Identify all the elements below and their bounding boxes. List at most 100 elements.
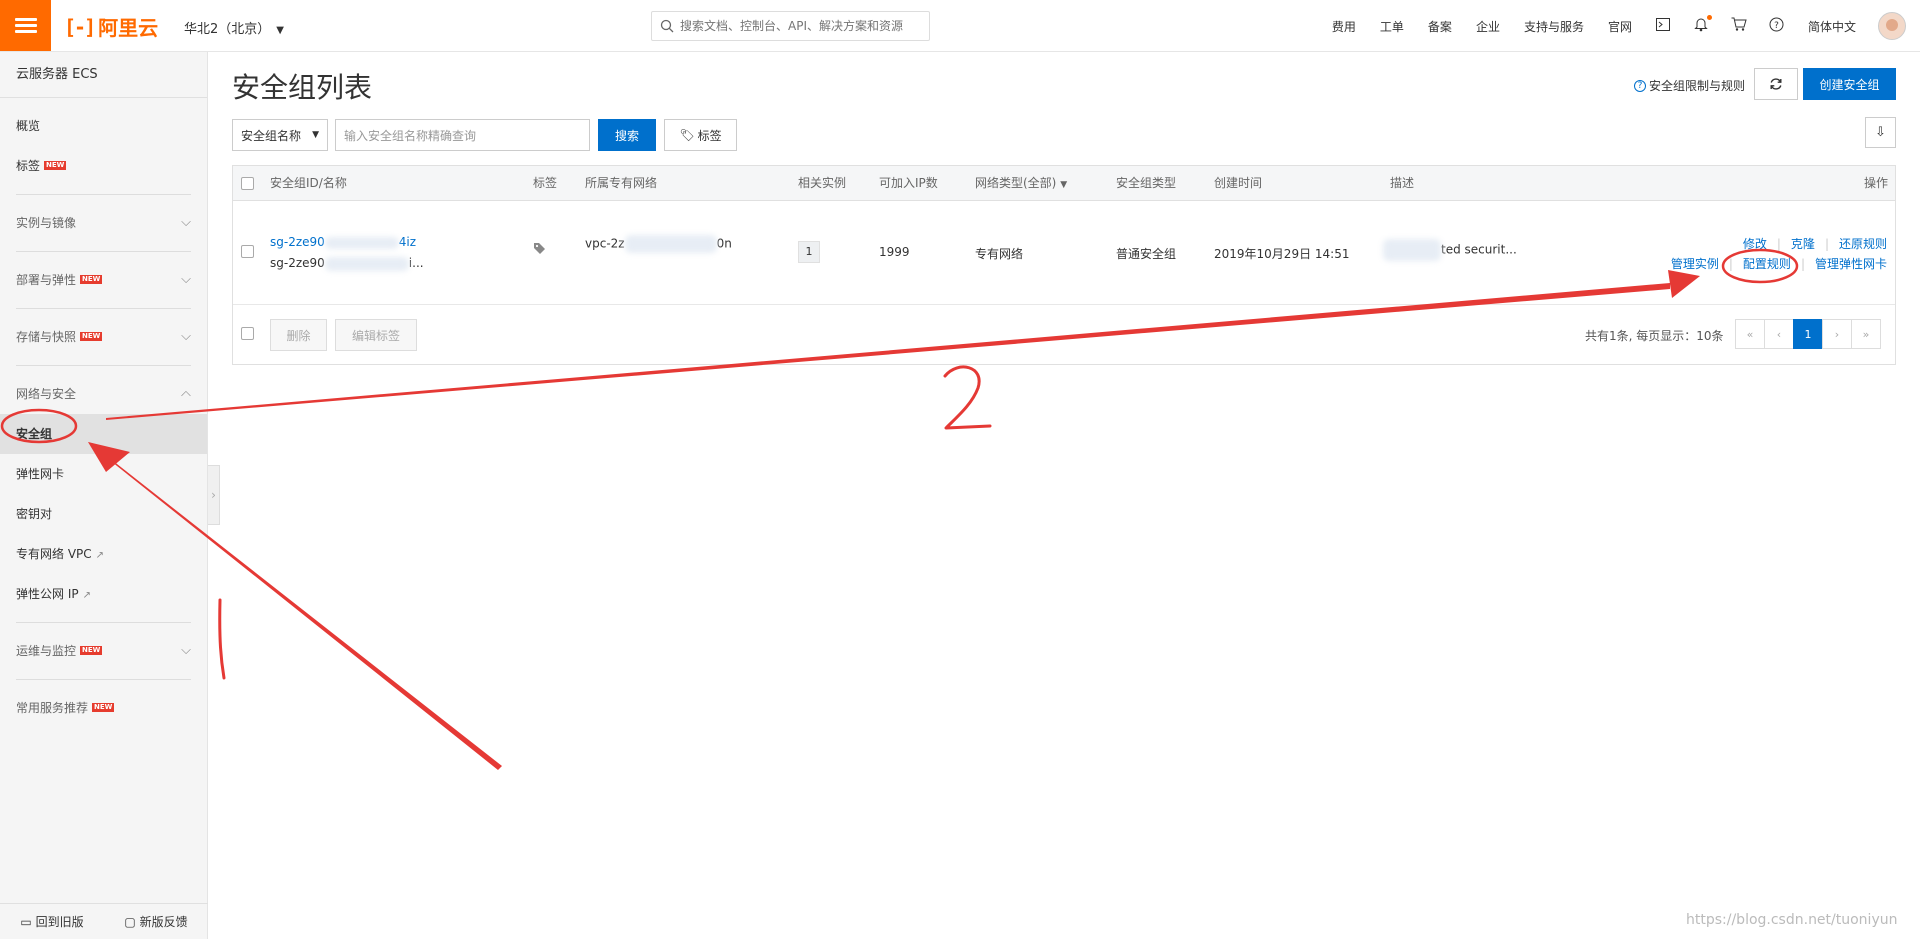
- feedback-button[interactable]: ▢ 新版反馈: [124, 913, 187, 930]
- sidebar-group-network[interactable]: 网络与安全 ⌵: [0, 374, 207, 414]
- aliyun-logo[interactable]: [-] 阿里云: [64, 12, 158, 41]
- limits-rules-link[interactable]: ? 安全组限制与规则: [1634, 77, 1745, 94]
- filter-input-placeholder: 输入安全组名称精确查询: [344, 128, 477, 143]
- separator: |: [1728, 257, 1733, 271]
- vpc-id-end: 0n: [716, 236, 732, 251]
- create-security-group-button[interactable]: 创建安全组: [1803, 68, 1896, 100]
- help-icon[interactable]: ?: [1767, 17, 1787, 36]
- vpc-id-start: vpc-2z: [585, 236, 625, 251]
- region-selector[interactable]: 华北2（北京） ▼: [184, 18, 284, 37]
- logo-mark-icon: [-]: [64, 14, 96, 39]
- sidebar-footer: ▭ 回到旧版 ▢ 新版反馈: [0, 903, 208, 939]
- watermark: https://blog.csdn.net/tuoniyun: [1686, 912, 1898, 928]
- description-end: ted securit...: [1441, 242, 1517, 257]
- security-group-id-link[interactable]: sg-2ze90 4iz: [270, 235, 416, 249]
- new-badge: NEW: [44, 161, 67, 170]
- nav-link-fees[interactable]: 费用: [1320, 18, 1368, 35]
- search-button[interactable]: 搜索: [598, 119, 656, 151]
- nav-link-official-site[interactable]: 官网: [1596, 18, 1644, 35]
- global-search[interactable]: [651, 11, 930, 41]
- sidebar-item-label: 标签: [16, 159, 41, 173]
- cart-icon[interactable]: [1729, 17, 1749, 35]
- tag-filter-button[interactable]: 🏷 标签: [664, 119, 737, 151]
- export-button[interactable]: ⇩: [1865, 117, 1896, 148]
- filter-field-select[interactable]: 安全组名称 ▼: [232, 119, 328, 151]
- pagination-summary: 共有1条, 每页显示：10条: [1585, 329, 1724, 343]
- first-page-button[interactable]: «: [1735, 319, 1765, 349]
- sidebar-item-security-group[interactable]: 安全组: [0, 414, 207, 454]
- redacted-blur: [324, 256, 409, 271]
- comment-icon: ▢: [124, 915, 136, 929]
- edit-tags-button[interactable]: 编辑标签: [335, 319, 417, 351]
- top-navbar: [-] 阿里云 华北2（北京） ▼ 费用 工单 备案 企业 支持与服务 官网 ? …: [0, 0, 1920, 52]
- edit-link[interactable]: 修改: [1743, 237, 1767, 251]
- last-page-button[interactable]: »: [1851, 319, 1881, 349]
- terminal-icon[interactable]: [1653, 17, 1673, 35]
- col-network-type-label: 网络类型(全部): [975, 176, 1057, 190]
- new-badge: NEW: [80, 646, 103, 655]
- filter-input[interactable]: 输入安全组名称精确查询: [335, 119, 590, 151]
- manage-instances-link[interactable]: 管理实例: [1671, 257, 1719, 271]
- chevron-down-icon: ⌵: [181, 329, 191, 344]
- prev-page-button[interactable]: ‹: [1764, 319, 1794, 349]
- row-tag-icon[interactable]: [533, 242, 546, 258]
- chevron-right-icon: ›: [211, 488, 216, 502]
- global-search-input[interactable]: [680, 19, 910, 33]
- divider: [16, 365, 191, 366]
- chevron-down-icon: ⌵: [181, 215, 191, 230]
- sidebar-item-tags[interactable]: 标签 NEW: [0, 146, 207, 186]
- sidebar-group-deploy[interactable]: 部署与弹性 NEW ⌵: [0, 260, 207, 300]
- back-to-old-button[interactable]: ▭ 回到旧版: [20, 913, 83, 930]
- sidebar-group-label: 存储与快照: [16, 330, 77, 344]
- redacted-blur: [324, 236, 399, 249]
- sidebar-item-recommend[interactable]: 常用服务推荐 NEW: [0, 688, 207, 728]
- notification-dot: [1706, 14, 1712, 20]
- external-link-icon: ↗: [95, 550, 105, 561]
- sidebar-item-label: 密钥对: [16, 507, 53, 521]
- sidebar-group-storage[interactable]: 存储与快照 NEW ⌵: [0, 317, 207, 357]
- window-icon: ▭: [20, 915, 32, 929]
- col-ops: 操作: [1864, 176, 1889, 190]
- bell-icon[interactable]: [1691, 14, 1712, 36]
- chevron-up-icon: ⌵: [181, 387, 191, 402]
- language-switch[interactable]: 简体中文: [1796, 18, 1868, 35]
- select-all-checkbox[interactable]: [241, 177, 254, 190]
- clone-link[interactable]: 克隆: [1791, 237, 1815, 251]
- col-vpc: 所属专有网络: [585, 176, 658, 190]
- next-page-button[interactable]: ›: [1822, 319, 1852, 349]
- nav-link-enterprise[interactable]: 企业: [1464, 18, 1512, 35]
- page-1-button[interactable]: 1: [1793, 319, 1823, 349]
- sidebar-group-ops[interactable]: 运维与监控 NEW ⌵: [0, 631, 207, 671]
- user-avatar[interactable]: [1878, 12, 1906, 40]
- menu-hamburger-icon[interactable]: [0, 0, 51, 51]
- col-network-type[interactable]: 网络类型(全部) ▼: [975, 166, 1067, 203]
- sidebar-group-label: 常用服务推荐: [16, 701, 89, 715]
- restore-rules-link[interactable]: 还原规则: [1839, 237, 1887, 251]
- configure-rules-link[interactable]: 配置规则: [1743, 257, 1791, 271]
- sidebar-item-label: 专有网络 VPC: [16, 547, 92, 561]
- group-type: 普通安全组: [1116, 247, 1177, 261]
- nav-link-icp[interactable]: 备案: [1416, 18, 1464, 35]
- search-icon: [660, 19, 674, 33]
- related-instances-count[interactable]: 1: [798, 241, 820, 263]
- description: ted securit...: [1383, 239, 1517, 261]
- annotation-number-2: [943, 365, 992, 430]
- separator: |: [1824, 237, 1829, 251]
- row-checkbox[interactable]: [241, 245, 254, 258]
- nav-link-tickets[interactable]: 工单: [1368, 18, 1416, 35]
- sidebar-group-instances[interactable]: 实例与镜像 ⌵: [0, 203, 207, 243]
- manage-eni-link[interactable]: 管理弹性网卡: [1815, 257, 1887, 271]
- divider: [16, 622, 191, 623]
- sidebar-item-vpc[interactable]: 专有网络 VPC ↗: [0, 534, 207, 574]
- top-nav-links: 费用 工单 备案 企业 支持与服务 官网 ? 简体中文: [1320, 0, 1920, 52]
- sidebar-item-keypair[interactable]: 密钥对: [0, 494, 207, 534]
- footer-select-all-checkbox[interactable]: [241, 327, 254, 340]
- sidebar-item-eip[interactable]: 弹性公网 IP ↗: [0, 574, 207, 614]
- sidebar-item-overview[interactable]: 概览: [0, 106, 207, 146]
- delete-button[interactable]: 删除: [270, 319, 327, 351]
- sidebar-item-eni[interactable]: 弹性网卡: [0, 454, 207, 494]
- refresh-button[interactable]: [1754, 68, 1798, 100]
- vpc-id: vpc-2z 0n: [585, 235, 732, 253]
- nav-link-support[interactable]: 支持与服务: [1512, 18, 1596, 35]
- sidebar-collapse-handle[interactable]: ›: [208, 465, 220, 525]
